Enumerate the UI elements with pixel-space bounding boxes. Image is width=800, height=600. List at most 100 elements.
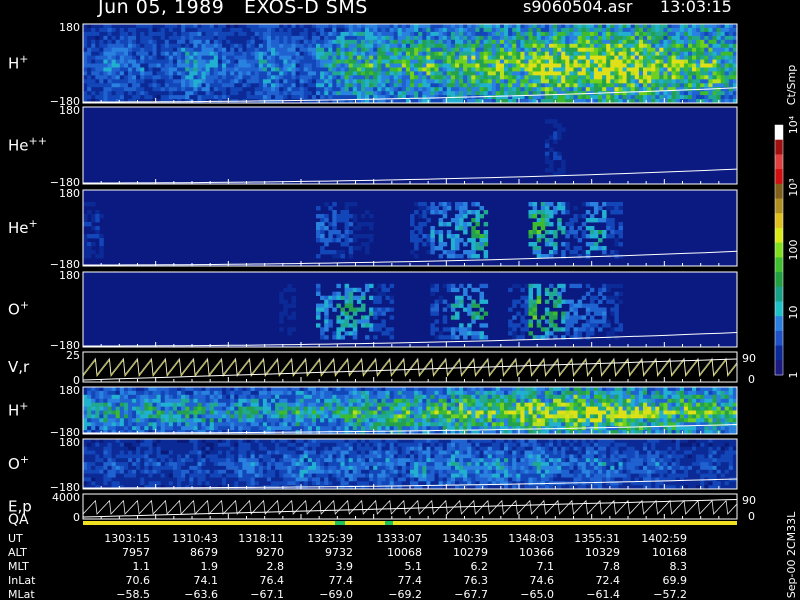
heat-cell xyxy=(589,202,595,207)
heat-cell xyxy=(177,43,182,49)
heat-cell xyxy=(140,63,145,68)
heat-cell xyxy=(626,59,632,64)
heat-cell xyxy=(189,35,194,41)
heat-cell xyxy=(589,327,595,332)
heat-cell xyxy=(385,287,390,293)
heat-cell xyxy=(667,24,672,29)
heat-cell xyxy=(569,43,574,49)
heat-cell xyxy=(618,95,623,100)
heat-cell xyxy=(242,71,247,76)
heat-cell xyxy=(336,75,341,80)
heat-cell xyxy=(107,390,112,396)
heat-cell xyxy=(320,47,325,53)
heat-cell xyxy=(614,206,619,211)
heat-cell xyxy=(324,319,329,324)
heat-cell xyxy=(222,75,227,80)
heat-cell xyxy=(316,75,321,80)
heat-cell xyxy=(573,234,578,239)
heat-cell xyxy=(422,79,427,84)
heat-cell xyxy=(544,242,550,247)
heat-cell xyxy=(573,59,578,64)
heat-cell xyxy=(213,422,219,427)
heat-cell xyxy=(610,79,615,84)
heat-cell xyxy=(99,27,104,33)
heat-cell xyxy=(508,87,513,92)
heat-cell xyxy=(557,83,562,88)
heat-cell xyxy=(667,55,672,60)
heat-cell xyxy=(663,59,668,64)
heat-cell xyxy=(344,91,350,96)
heat-cell xyxy=(385,39,390,45)
heat-cell xyxy=(172,390,178,396)
heat-cell xyxy=(316,307,321,312)
heat-cell xyxy=(593,27,599,33)
heat-cell xyxy=(262,67,268,72)
heat-cell xyxy=(177,91,182,96)
heat-cell xyxy=(336,67,341,72)
heat-cell xyxy=(156,67,162,72)
heat-cell xyxy=(479,234,484,239)
heat-cell xyxy=(356,43,362,49)
heat-cell xyxy=(651,31,656,37)
heat-cell xyxy=(602,55,607,60)
heat-cell xyxy=(630,31,636,37)
heat-cell xyxy=(140,55,145,60)
heat-cell xyxy=(197,67,202,72)
heat-cell xyxy=(561,31,566,37)
heat-cell xyxy=(185,39,190,45)
heat-cell xyxy=(275,79,280,84)
heat-cell xyxy=(213,406,219,411)
heat-cell xyxy=(479,83,484,88)
heat-cell xyxy=(630,67,636,72)
heat-cell xyxy=(581,230,587,235)
heat-cell xyxy=(332,230,337,235)
heat-cell xyxy=(279,39,284,45)
heat-cell xyxy=(140,67,145,72)
heat-cell xyxy=(712,91,717,96)
heat-cell xyxy=(463,242,468,247)
heat-cell xyxy=(95,87,100,92)
heat-cell xyxy=(254,418,260,423)
heat-cell xyxy=(401,71,407,76)
heat-cell xyxy=(675,79,681,84)
heat-cell xyxy=(279,387,284,392)
heat-cell xyxy=(455,254,460,259)
heat-cell xyxy=(291,299,296,304)
heat-cell xyxy=(418,27,423,33)
heat-cell xyxy=(561,250,566,255)
heat-cell xyxy=(471,303,476,308)
heat-cell xyxy=(647,39,652,45)
heat-cell xyxy=(593,311,599,316)
heat-cell xyxy=(483,55,489,60)
heat-cell xyxy=(172,95,178,100)
heat-cell xyxy=(311,47,317,53)
heat-cell xyxy=(152,426,157,431)
heat-cell xyxy=(467,59,472,64)
heat-cell xyxy=(565,47,570,53)
heat-cell xyxy=(250,390,256,396)
heat-cell xyxy=(299,51,305,57)
heat-cell xyxy=(107,35,112,41)
heat-cell xyxy=(160,47,166,53)
heat-cell xyxy=(495,87,501,92)
heat-cell xyxy=(659,51,664,57)
heat-cell xyxy=(528,24,533,29)
heat-cell xyxy=(373,35,378,41)
heat-cell xyxy=(99,67,104,72)
heat-cell xyxy=(222,51,227,57)
heat-cell xyxy=(352,87,358,92)
heat-cell xyxy=(352,24,358,29)
heat-cell xyxy=(524,299,529,304)
heat-cell xyxy=(328,230,333,235)
heat-cell xyxy=(132,414,137,419)
heat-cell xyxy=(683,63,689,68)
heat-cell xyxy=(238,24,243,29)
heat-cell xyxy=(348,43,354,49)
heat-cell xyxy=(643,67,648,72)
heat-cell xyxy=(483,230,489,235)
heat-cell xyxy=(291,95,296,100)
heat-cell xyxy=(226,398,231,404)
heat-cell xyxy=(581,63,587,68)
heat-cell xyxy=(369,87,374,92)
sms-spectrogram-screen: Jun 05, 1989 EXOS-D SMS s9060504.asr 13:… xyxy=(0,0,800,600)
